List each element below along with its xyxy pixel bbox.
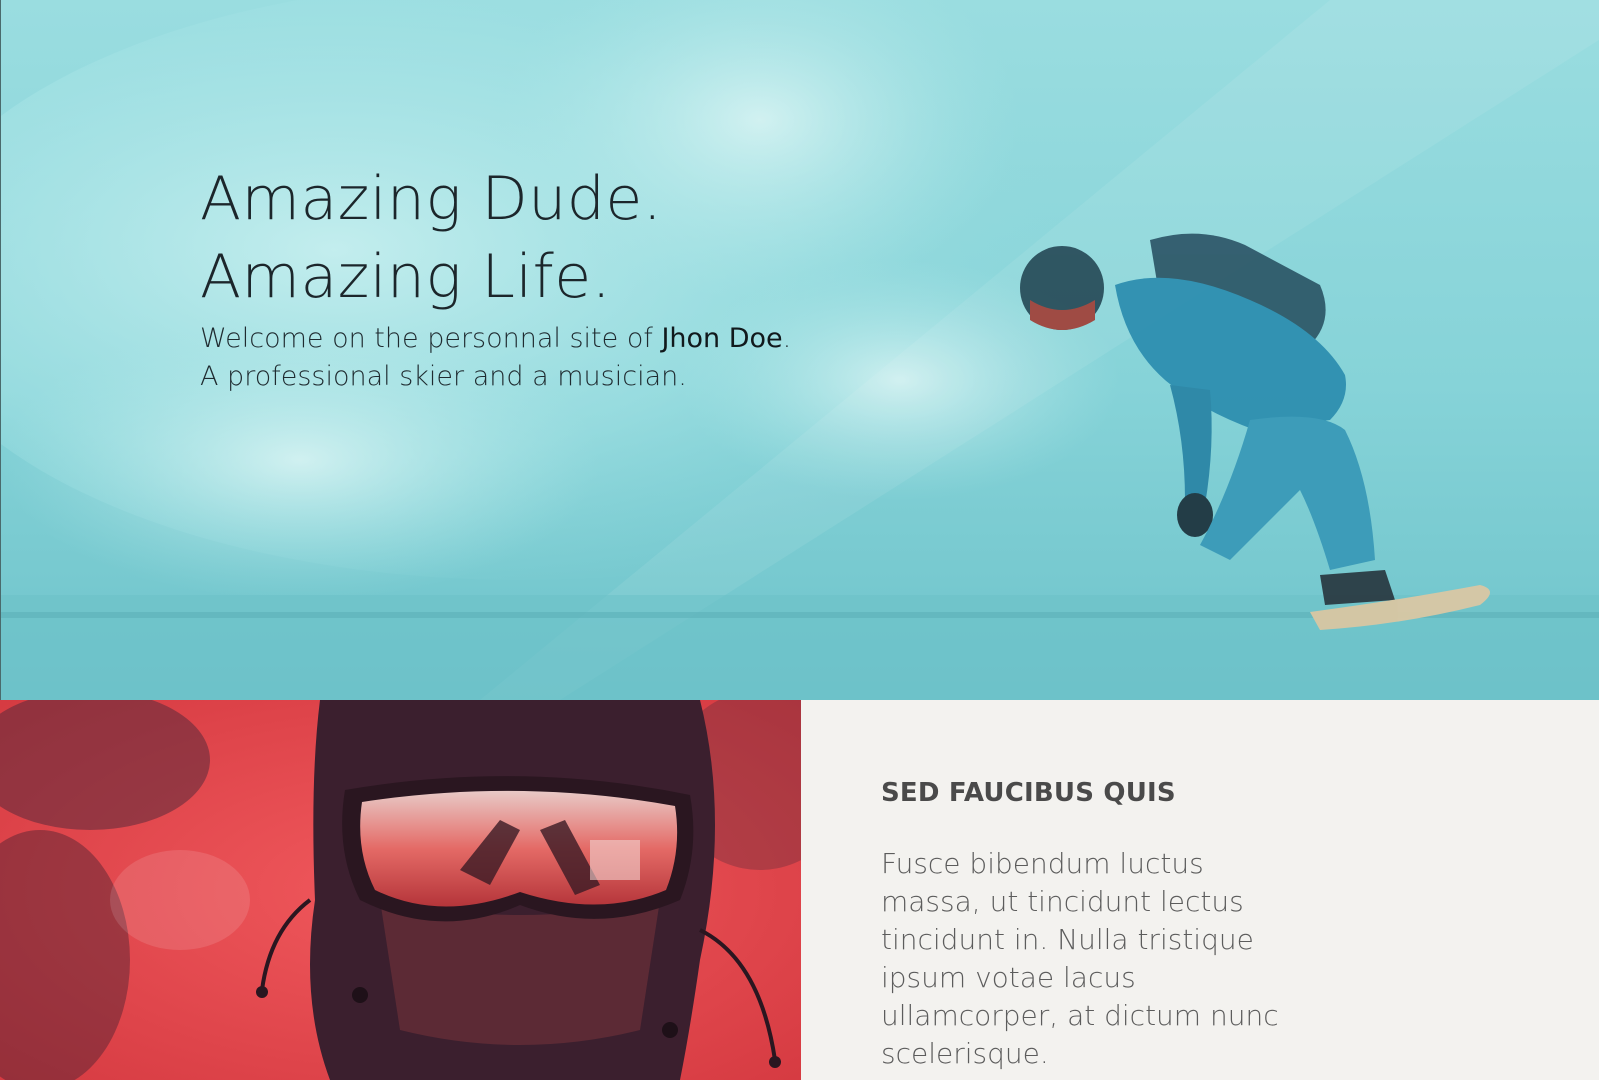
feature-section: SED FAUCIBUS QUIS Fusce bibendum luctus … <box>0 700 1599 1080</box>
skier-goggles-portrait <box>0 700 801 1080</box>
hero-tagline: A professional skier and a musician. <box>200 361 687 392</box>
goggles-photo-panel <box>0 700 801 1080</box>
hero-subtitle: Welcome on the personnal site of Jhon Do… <box>200 320 791 396</box>
welcome-suffix: . <box>782 323 792 354</box>
hero-title-line2: Amazing Life. <box>200 242 612 312</box>
page: Amazing Dude. Amazing Life. Welcome on t… <box>0 0 1599 1080</box>
feature-text-panel: SED FAUCIBUS QUIS Fusce bibendum luctus … <box>801 700 1599 1080</box>
feature-heading: SED FAUCIBUS QUIS <box>881 778 1176 808</box>
hero-text-block: Amazing Dude. Amazing Life. Welcome on t… <box>200 160 791 396</box>
welcome-text: Welcome on the personnal site of <box>200 323 662 354</box>
hero-title-line1: Amazing Dude. <box>200 164 663 234</box>
hero-section: Amazing Dude. Amazing Life. Welcome on t… <box>0 0 1599 700</box>
hero-title: Amazing Dude. Amazing Life. <box>200 160 791 316</box>
owner-name: Jhon Doe <box>661 323 783 354</box>
feature-body: Fusce bibendum luctus massa, ut tincidun… <box>881 847 1279 1070</box>
left-edge-line <box>0 0 1 700</box>
